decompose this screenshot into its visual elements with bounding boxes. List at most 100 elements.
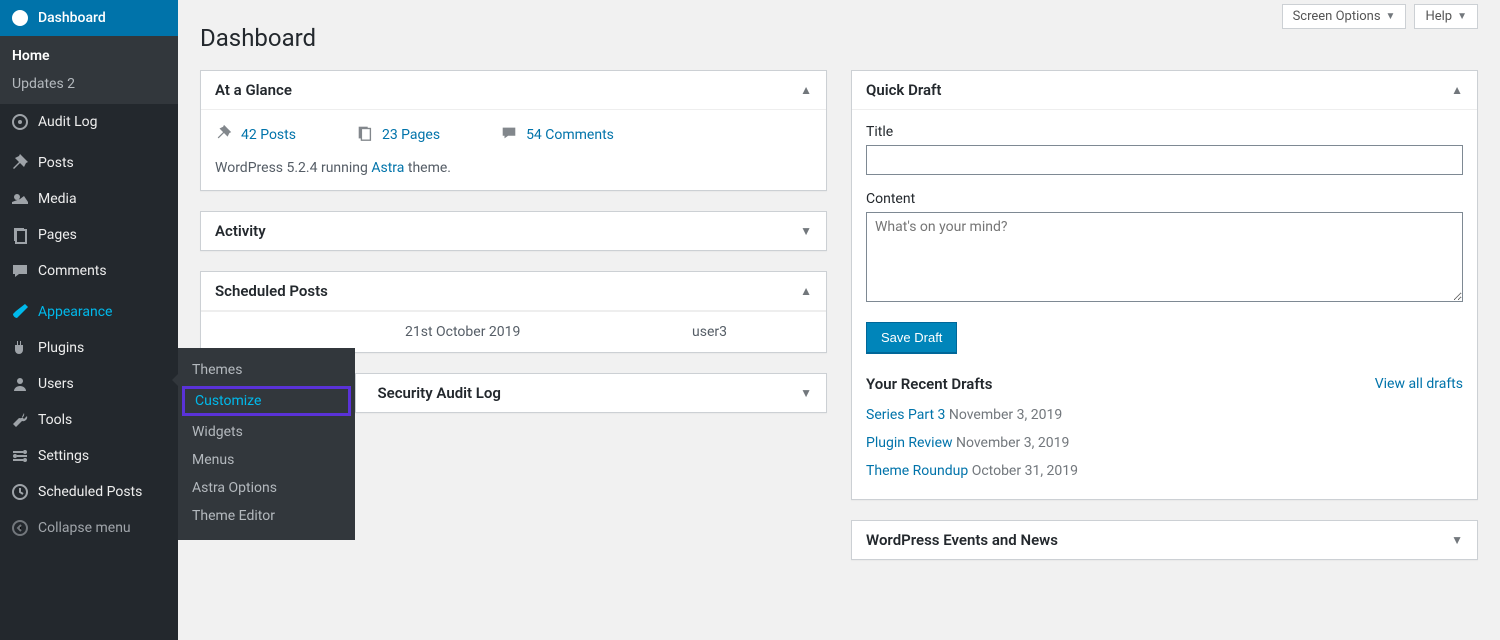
comment-icon xyxy=(500,124,518,146)
collapse-up-icon[interactable]: ▲ xyxy=(800,83,812,97)
collapse-up-icon[interactable]: ▲ xyxy=(1451,83,1463,97)
widget-header[interactable]: At a Glance ▲ xyxy=(201,71,826,110)
screen-options-button[interactable]: Screen Options ▼ xyxy=(1282,4,1407,29)
wrench-icon xyxy=(10,410,30,430)
sidebar-item-collapse[interactable]: Collapse menu xyxy=(0,510,178,546)
sidebar-item-label: Tools xyxy=(38,412,72,428)
sidebar-item-label: Settings xyxy=(38,448,89,464)
events-news-widget: WordPress Events and News ▼ xyxy=(851,520,1478,560)
dashboard-submenu: Home Updates 2 xyxy=(0,36,178,104)
media-icon xyxy=(10,189,30,209)
glance-label: 42 Posts xyxy=(241,127,296,143)
pin-icon xyxy=(10,153,30,173)
draft-title-input[interactable] xyxy=(866,145,1463,175)
sidebar-item-scheduled-posts[interactable]: Scheduled Posts xyxy=(0,474,178,510)
sidebar-item-label: Posts xyxy=(38,155,74,171)
submenu-item-customize[interactable]: Customize xyxy=(182,386,351,416)
sidebar-item-pages[interactable]: Pages xyxy=(0,217,178,253)
widget-header[interactable]: Scheduled Posts ▲ xyxy=(201,272,826,311)
draft-item: Plugin Review November 3, 2019 xyxy=(866,429,1463,457)
expand-down-icon[interactable]: ▼ xyxy=(1451,533,1463,547)
widget-title: At a Glance xyxy=(215,81,292,99)
sidebar-item-label: Appearance xyxy=(38,304,112,320)
user-icon xyxy=(10,374,30,394)
sidebar-item-tools[interactable]: Tools xyxy=(0,402,178,438)
sidebar-item-label: Media xyxy=(38,191,77,207)
sidebar-item-settings[interactable]: Settings xyxy=(0,438,178,474)
updates-badge: 2 xyxy=(67,76,75,92)
quick-draft-widget: Quick Draft ▲ Title Content Save Draft xyxy=(851,70,1478,500)
sidebar-item-appearance[interactable]: Appearance xyxy=(0,294,178,330)
save-draft-button[interactable]: Save Draft xyxy=(866,322,957,353)
sidebar-item-label: Pages xyxy=(38,227,77,243)
sidebar-item-audit-log[interactable]: Audit Log xyxy=(0,104,178,140)
appearance-submenu: Themes Customize Widgets Menus Astra Opt… xyxy=(178,348,355,540)
expand-down-icon[interactable]: ▼ xyxy=(800,386,812,400)
widget-header[interactable]: WordPress Events and News ▼ xyxy=(852,521,1477,559)
sidebar-item-plugins[interactable]: Plugins xyxy=(0,330,178,366)
widget-header[interactable]: Activity ▼ xyxy=(201,212,826,250)
submenu-item-theme-editor[interactable]: Theme Editor xyxy=(178,502,355,530)
pages-icon xyxy=(10,225,30,245)
chevron-down-icon: ▼ xyxy=(1457,11,1467,22)
draft-item: Theme Roundup October 31, 2019 xyxy=(866,457,1463,485)
sidebar-item-label: Plugins xyxy=(38,340,84,356)
flyout-arrow-icon xyxy=(172,372,180,388)
button-label: Help xyxy=(1425,9,1452,24)
recent-drafts-heading: Your Recent Drafts xyxy=(866,375,992,393)
sidebar-item-dashboard[interactable]: Dashboard xyxy=(0,0,178,36)
sidebar-item-label: Audit Log xyxy=(38,114,98,130)
top-buttons: Screen Options ▼ Help ▼ xyxy=(1282,4,1478,29)
collapse-up-icon[interactable]: ▲ xyxy=(800,284,812,298)
scheduled-user: user3 xyxy=(692,324,812,340)
pages-icon xyxy=(356,124,374,146)
sidebar-item-comments[interactable]: Comments xyxy=(0,253,178,289)
plugin-icon xyxy=(10,338,30,358)
view-all-drafts-link[interactable]: View all drafts xyxy=(1375,376,1463,392)
draft-link[interactable]: Plugin Review xyxy=(866,435,953,451)
sidebar-item-label: Updates xyxy=(12,76,64,92)
at-a-glance-widget: At a Glance ▲ 42 Posts xyxy=(200,70,827,191)
draft-link[interactable]: Theme Roundup xyxy=(866,463,968,479)
brush-icon xyxy=(10,302,30,322)
pin-icon xyxy=(215,124,233,146)
draft-item: Series Part 3 November 3, 2019 xyxy=(866,401,1463,429)
sidebar-item-users[interactable]: Users xyxy=(0,366,178,402)
sidebar-item-media[interactable]: Media xyxy=(0,181,178,217)
draft-content-textarea[interactable] xyxy=(866,212,1463,302)
glance-comments-link[interactable]: 54 Comments xyxy=(500,124,614,146)
glance-label: 54 Comments xyxy=(526,127,614,143)
widget-header[interactable]: Security Audit Log ▼ xyxy=(356,374,826,412)
submenu-item-menus[interactable]: Menus xyxy=(178,446,355,474)
submenu-item-themes[interactable]: Themes xyxy=(178,356,355,384)
collapse-icon xyxy=(10,518,30,538)
sidebar-item-label: Users xyxy=(38,376,74,392)
security-audit-log-widget: Security Audit Log ▼ xyxy=(355,373,827,413)
glance-label: 23 Pages xyxy=(382,127,440,143)
widget-header[interactable]: Quick Draft ▲ xyxy=(852,71,1477,110)
widget-title: Activity xyxy=(215,222,266,240)
submenu-item-widgets[interactable]: Widgets xyxy=(178,418,355,446)
submenu-item-astra-options[interactable]: Astra Options xyxy=(178,474,355,502)
content-label: Content xyxy=(866,191,1463,207)
sidebar-item-home[interactable]: Home xyxy=(0,42,178,70)
sidebar-item-updates[interactable]: Updates 2 xyxy=(0,70,178,98)
sidebar-item-label: Dashboard xyxy=(38,10,106,26)
help-button[interactable]: Help ▼ xyxy=(1414,4,1478,29)
button-label: Screen Options xyxy=(1293,9,1381,24)
glance-posts-link[interactable]: 42 Posts xyxy=(215,124,296,146)
sidebar-item-posts[interactable]: Posts xyxy=(0,145,178,181)
activity-widget: Activity ▼ xyxy=(200,211,827,251)
draft-date: November 3, 2019 xyxy=(949,407,1062,423)
widget-title: Scheduled Posts xyxy=(215,282,328,300)
widget-title: WordPress Events and News xyxy=(866,531,1058,549)
wp-version-text: WordPress 5.2.4 running Astra theme. xyxy=(215,160,812,176)
draft-link[interactable]: Series Part 3 xyxy=(866,407,945,423)
expand-down-icon[interactable]: ▼ xyxy=(800,224,812,238)
main-content: Screen Options ▼ Help ▼ Dashboard At a G… xyxy=(178,0,1500,640)
glance-pages-link[interactable]: 23 Pages xyxy=(356,124,440,146)
comment-icon xyxy=(10,261,30,281)
draft-date: October 31, 2019 xyxy=(972,463,1078,479)
theme-link[interactable]: Astra xyxy=(371,160,404,176)
draft-date: November 3, 2019 xyxy=(956,435,1069,451)
